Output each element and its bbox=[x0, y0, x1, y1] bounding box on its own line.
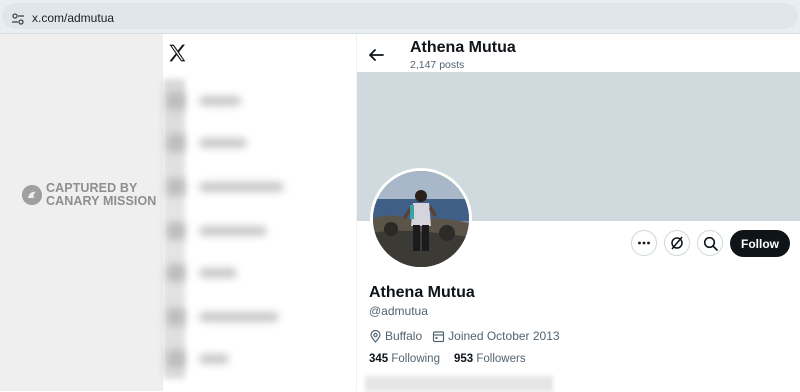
profile-name: Athena Mutua bbox=[369, 284, 475, 301]
header-name: Athena Mutua bbox=[410, 39, 516, 56]
followers-count: 953 bbox=[453, 353, 474, 365]
search-icon bbox=[703, 236, 718, 251]
nav-item-blurred[interactable] bbox=[163, 348, 303, 370]
subscribe-icon bbox=[671, 236, 683, 250]
canary-text: CAPTURED BY CANARY MISSION bbox=[46, 182, 156, 208]
canary-logo-icon bbox=[22, 185, 42, 205]
nav-item-blurred[interactable] bbox=[163, 306, 303, 328]
nav-item-blurred[interactable] bbox=[163, 220, 303, 242]
x-logo-icon[interactable] bbox=[167, 43, 187, 63]
followers-label: Followers bbox=[476, 353, 526, 365]
joined-text: Joined October 2013 bbox=[448, 329, 560, 343]
following-count: 345 bbox=[369, 353, 389, 365]
more-icon bbox=[638, 241, 650, 245]
nav-item-blurred[interactable] bbox=[163, 90, 303, 112]
profile-actions: Follow bbox=[357, 230, 800, 258]
joined-item: Joined October 2013 bbox=[432, 329, 560, 343]
canary-line2: CANARY MISSION bbox=[46, 194, 157, 208]
calendar-icon bbox=[433, 330, 445, 342]
more-button[interactable] bbox=[631, 230, 657, 256]
location-text: Buffalo bbox=[385, 329, 423, 343]
followers-link[interactable]: 953 Followers bbox=[454, 353, 526, 365]
nav-item-blurred[interactable] bbox=[163, 176, 303, 198]
profile-meta: Buffalo Joined October 2013 bbox=[369, 329, 570, 343]
site-settings-icon[interactable] bbox=[11, 12, 25, 26]
location-pin-icon bbox=[370, 329, 381, 343]
browser-address-bar: x.com/admutua bbox=[0, 0, 800, 34]
nav-item-blurred[interactable] bbox=[163, 132, 303, 154]
back-arrow-icon[interactable] bbox=[367, 46, 385, 64]
blurred-content-bar bbox=[365, 376, 553, 392]
search-profile-button[interactable] bbox=[697, 230, 723, 256]
url-text: x.com/admutua bbox=[32, 11, 115, 25]
profile-column: Athena Mutua 2,147 posts Follow Athena M… bbox=[356, 34, 800, 392]
follow-stats: 345 Following 953 Followers bbox=[369, 353, 526, 365]
canary-watermark: CAPTURED BY CANARY MISSION bbox=[22, 182, 156, 208]
profile-handle: @admutua bbox=[369, 304, 428, 318]
location-item: Buffalo bbox=[369, 329, 422, 343]
left-margin: CAPTURED BY CANARY MISSION bbox=[0, 34, 163, 391]
sidebar-nav bbox=[163, 34, 356, 391]
following-label: Following bbox=[391, 353, 440, 365]
nav-item-blurred[interactable] bbox=[163, 262, 303, 284]
subscribe-button[interactable] bbox=[664, 230, 690, 256]
url-field[interactable]: x.com/admutua bbox=[2, 3, 798, 29]
header-post-count: 2,147 posts bbox=[410, 59, 465, 71]
following-link[interactable]: 345 Following bbox=[369, 353, 440, 365]
follow-button[interactable]: Follow bbox=[730, 230, 790, 257]
